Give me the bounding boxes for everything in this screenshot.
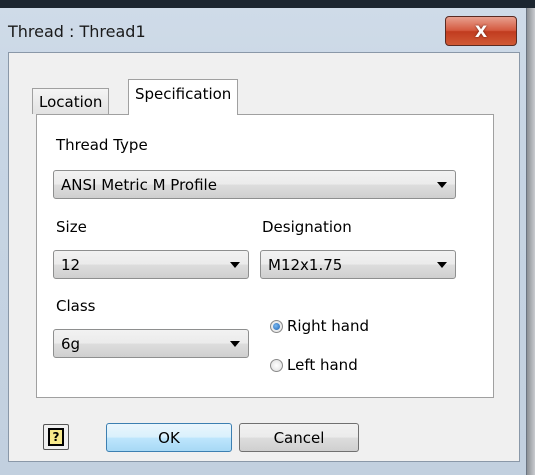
tab-specification[interactable]: Specification (128, 79, 239, 115)
tab-specification-label: Specification (135, 84, 232, 103)
ok-label: OK (158, 428, 180, 447)
help-icon: ? (48, 428, 64, 446)
tab-location-label: Location (39, 92, 103, 111)
window-title: Thread : Thread1 (8, 22, 146, 41)
designation-value: M12x1.75 (268, 255, 343, 274)
right-hand-radio[interactable]: Right hand (270, 317, 369, 335)
left-hand-label: Left hand (287, 356, 358, 374)
thread-type-value: ANSI Metric M Profile (61, 175, 217, 194)
chevron-down-icon (230, 341, 240, 347)
close-icon: X (474, 21, 488, 41)
window-edge (527, 8, 535, 475)
chevron-down-icon (230, 262, 240, 268)
ok-button[interactable]: OK (106, 423, 232, 452)
size-value: 12 (61, 255, 81, 274)
help-button[interactable]: ? (43, 424, 69, 450)
cancel-button[interactable]: Cancel (239, 423, 359, 452)
radio-unselected-icon (270, 358, 283, 372)
right-hand-label: Right hand (287, 317, 369, 335)
designation-label: Designation (262, 218, 352, 236)
close-button[interactable]: X (445, 16, 517, 46)
cancel-label: Cancel (273, 428, 325, 447)
class-value: 6g (61, 334, 81, 353)
chevron-down-icon (437, 182, 447, 188)
size-dropdown[interactable]: 12 (53, 250, 249, 279)
chevron-down-icon (437, 262, 447, 268)
designation-dropdown[interactable]: M12x1.75 (260, 250, 456, 279)
radio-selected-icon (270, 319, 283, 333)
thread-type-dropdown[interactable]: ANSI Metric M Profile (53, 170, 456, 199)
class-label: Class (56, 297, 96, 315)
desktop-edge (0, 0, 535, 8)
left-hand-radio[interactable]: Left hand (270, 356, 358, 374)
tab-location[interactable]: Location (32, 88, 110, 114)
size-label: Size (56, 218, 87, 236)
thread-type-label: Thread Type (56, 136, 148, 154)
class-dropdown[interactable]: 6g (53, 329, 249, 358)
